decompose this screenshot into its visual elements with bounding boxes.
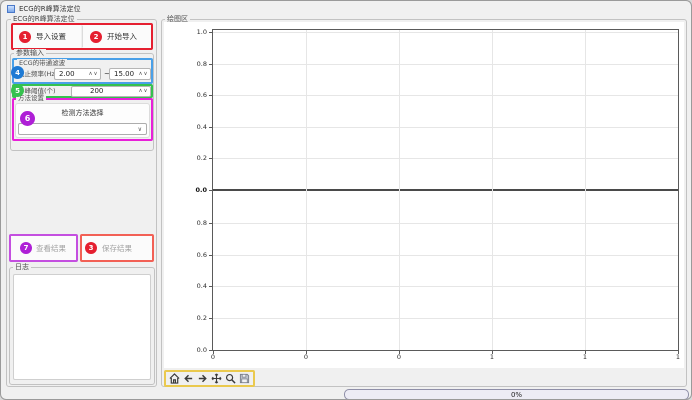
- x-tick-label: 0: [397, 353, 401, 361]
- start-import-button[interactable]: 2 开始导入: [83, 25, 151, 48]
- chevron-down-icon: ∨: [138, 126, 146, 133]
- y-tick-label: 1.0: [197, 28, 207, 36]
- cutoff-high-value: 15.00: [110, 70, 138, 78]
- log-textarea[interactable]: [13, 274, 151, 380]
- y-tick-mark: [209, 255, 213, 256]
- gridline-h: [213, 158, 678, 159]
- x-tick-label: 0: [304, 353, 308, 361]
- progress-label: 0%: [511, 391, 522, 399]
- cutoff-low-spinbox[interactable]: 2.00 ∧∨: [54, 68, 101, 80]
- x-tick-label: 1: [583, 353, 587, 361]
- y-tick-mark: [209, 64, 213, 65]
- import-settings-label: 导入设置: [36, 31, 66, 42]
- badge-6: 6: [20, 111, 35, 126]
- method-label: 检测方法选择: [15, 108, 150, 118]
- y-tick-mark: [209, 95, 213, 96]
- view-results-label: 查看结果: [36, 243, 66, 254]
- plot-axes: 1.00.80.60.40.20.00.80.60.40.20.0000111: [212, 29, 679, 351]
- y-tick-mark: [209, 158, 213, 159]
- app-icon: [7, 5, 15, 13]
- gridline-h: [213, 286, 678, 287]
- spin-arrows-icon[interactable]: ∧∨: [138, 88, 150, 94]
- badge-2: 2: [90, 31, 102, 43]
- badge-7: 7: [20, 242, 32, 254]
- x-tick-mark: [399, 350, 400, 354]
- x-tick-label: 0: [211, 353, 215, 361]
- forward-icon[interactable]: [197, 372, 208, 385]
- gridline-h: [213, 223, 678, 224]
- gridline-v: [492, 30, 493, 350]
- back-icon[interactable]: [183, 372, 194, 385]
- view-results-button[interactable]: 7 查看结果: [11, 236, 76, 260]
- cutoff-low-value: 2.00: [55, 70, 88, 78]
- y-tick-label: 0.2: [197, 314, 207, 322]
- log-group-title: 日志: [13, 263, 31, 271]
- y-tick-mark: [209, 223, 213, 224]
- y-tick-label: 0.6: [197, 91, 207, 99]
- gridline-h: [213, 127, 678, 128]
- badge-5: 5: [11, 84, 24, 97]
- window-title: ECG的R峰算法定位: [19, 4, 81, 14]
- save-results-label: 保存结果: [102, 243, 132, 254]
- x-tick-mark: [678, 350, 679, 354]
- x-tick-label: 1: [490, 353, 494, 361]
- cutoff-high-spinbox[interactable]: 15.00 ∧∨: [109, 68, 151, 80]
- title-bar: ECG的R峰算法定位: [1, 1, 692, 17]
- progress-bar: 0%: [344, 389, 689, 400]
- y-tick-mark: [209, 190, 213, 191]
- y-tick-mark: [209, 32, 213, 33]
- gridline-v: [399, 30, 400, 350]
- bandpass-group-title: ECG的带通滤波: [17, 59, 67, 67]
- badge-4: 4: [11, 66, 24, 79]
- subplot-boundary-line: [213, 189, 678, 191]
- save-icon[interactable]: [239, 372, 250, 385]
- y-tick-label: 0.0: [197, 346, 207, 354]
- y-tick-mark: [209, 286, 213, 287]
- y-tick-label: 0.4: [197, 123, 207, 131]
- gridline-v: [306, 30, 307, 350]
- peak-threshold-value: 200: [72, 87, 138, 95]
- badge-3: 3: [85, 242, 97, 254]
- zoom-icon[interactable]: [225, 372, 236, 385]
- y-tick-label: 0.8: [197, 60, 207, 68]
- x-tick-mark: [306, 350, 307, 354]
- badge-1: 1: [19, 31, 31, 43]
- spin-arrows-icon[interactable]: ∧∨: [88, 71, 100, 77]
- gridline-h: [213, 95, 678, 96]
- import-settings-button[interactable]: 1 导入设置: [13, 25, 81, 48]
- y-tick-mark: [209, 318, 213, 319]
- x-tick-label: 1: [676, 353, 680, 361]
- plot-toolbar: [164, 370, 255, 387]
- y-tick-label: 0.2: [197, 154, 207, 162]
- peak-threshold-spinbox[interactable]: 200 ∧∨: [71, 86, 151, 97]
- x-tick-mark: [585, 350, 586, 354]
- gridline-h: [213, 318, 678, 319]
- home-icon[interactable]: [169, 372, 180, 385]
- y-tick-mark: [209, 127, 213, 128]
- y-tick-label: 0.4: [197, 282, 207, 290]
- y-tick-label: 0.8: [197, 219, 207, 227]
- y-tick-label: 0.6: [197, 251, 207, 259]
- y-tick-label-boundary: 0.0: [195, 186, 207, 194]
- start-import-label: 开始导入: [107, 31, 137, 42]
- method-combobox[interactable]: ∨: [18, 123, 147, 135]
- params-group-title: 参数输入: [14, 49, 46, 57]
- gridline-v: [585, 30, 586, 350]
- save-results-button[interactable]: 3 保存结果: [82, 236, 152, 260]
- gridline-h: [213, 64, 678, 65]
- x-tick-mark: [492, 350, 493, 354]
- pan-icon[interactable]: [211, 372, 222, 385]
- left-panel-group-title: ECG的R峰算法定位: [11, 15, 77, 23]
- spin-arrows-icon[interactable]: ∧∨: [138, 71, 150, 77]
- plot-canvas[interactable]: 1.0 0.8 0.6 0.4 0.2 0.0 0.8 0.6 0.4 0.2 0.0 0 0 0 1 1 1: [164, 22, 684, 368]
- gridline-h: [213, 255, 678, 256]
- app-window: ECG的R峰算法定位 ECG的R峰算法定位 1 导入设置 2 开始导入 参数输入…: [0, 0, 692, 400]
- x-tick-mark: [213, 350, 214, 354]
- gridline-h: [213, 32, 678, 33]
